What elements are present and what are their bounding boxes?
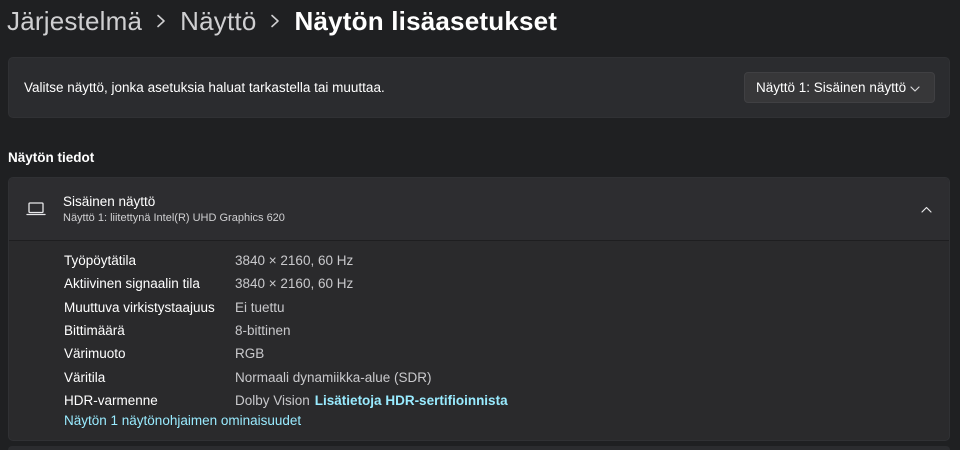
info-value: Ei tuettu [235,299,285,315]
display-info-header-texts: Sisäinen näyttö Näyttö 1: liitettynä Int… [63,193,919,226]
info-value: Normaali dynamiikka-alue (SDR) [235,369,432,385]
display-select-prompt: Valitse näyttö, jonka asetuksia haluat t… [24,80,385,95]
breadcrumb-item-system[interactable]: Järjestelmä [7,6,142,37]
info-row-desktop-mode: Työpöytätila 3840 × 2160, 60 Hz [9,249,949,272]
info-label: Muuttuva virkistystaajuus [64,299,215,315]
display-name: Sisäinen näyttö [63,193,156,209]
hdr-certification-link[interactable]: Lisätietoja HDR-sertifioinnista [315,393,508,408]
chevron-right-icon [256,2,294,40]
info-label: Työpöytätila [64,253,137,269]
info-label: HDR-varmenne [64,392,158,408]
display-dropdown[interactable]: Näyttö 1: Sisäinen näyttö [744,72,935,103]
display-dropdown-value: Näyttö 1: Sisäinen näyttö [756,80,907,95]
info-row-hdr-certification: HDR-varmenne Dolby Vision Lisätietoja HD… [9,389,949,412]
info-value: 3840 × 2160, 60 Hz [235,276,354,292]
info-row-active-signal: Aktiivinen signaalin tila 3840 × 2160, 6… [9,272,949,295]
laptop-icon [26,201,46,217]
section-title: Näytön tiedot [8,150,95,165]
page-title: Näytön lisäasetukset [294,5,558,36]
display-info-body: Työpöytätila 3840 × 2160, 60 Hz Aktiivin… [9,241,949,430]
chevron-up-icon[interactable] [919,202,933,216]
adapter-properties-link[interactable]: Näytön 1 näytönohjaimen ominaisuudet [64,413,301,428]
info-label: Väritila [64,369,106,385]
info-value: RGB [235,346,265,362]
breadcrumb-item-display[interactable]: Näyttö [180,6,256,37]
info-label: Aktiivinen signaalin tila [64,276,200,292]
info-value: 3840 × 2160, 60 Hz [235,253,354,269]
info-row-color-format: Värimuoto RGB [9,342,949,365]
info-value: 8-bittinen [235,323,291,339]
breadcrumb: Järjestelmä Näyttö Näytön lisäasetukset [7,2,557,40]
next-card-edge [8,446,950,450]
chevron-down-icon [910,79,920,97]
info-row-bit-depth: Bittimäärä 8-bittinen [9,319,949,342]
display-info-card: Sisäinen näyttö Näyttö 1: liitettynä Int… [8,177,950,441]
display-select-card: Valitse näyttö, jonka asetuksia haluat t… [8,57,950,118]
display-info-header[interactable]: Sisäinen näyttö Näyttö 1: liitettynä Int… [9,178,949,241]
chevron-right-icon [142,2,180,40]
info-row-color-space: Väritila Normaali dynamiikka-alue (SDR) [9,365,949,388]
info-label: Bittimäärä [64,323,125,339]
info-value: Dolby Vision [235,392,310,408]
info-label: Värimuoto [64,346,126,362]
info-row-variable-refresh: Muuttuva virkistystaajuus Ei tuettu [9,296,949,319]
display-subtitle: Näyttö 1: liitettynä Intel(R) UHD Graphi… [63,211,285,224]
